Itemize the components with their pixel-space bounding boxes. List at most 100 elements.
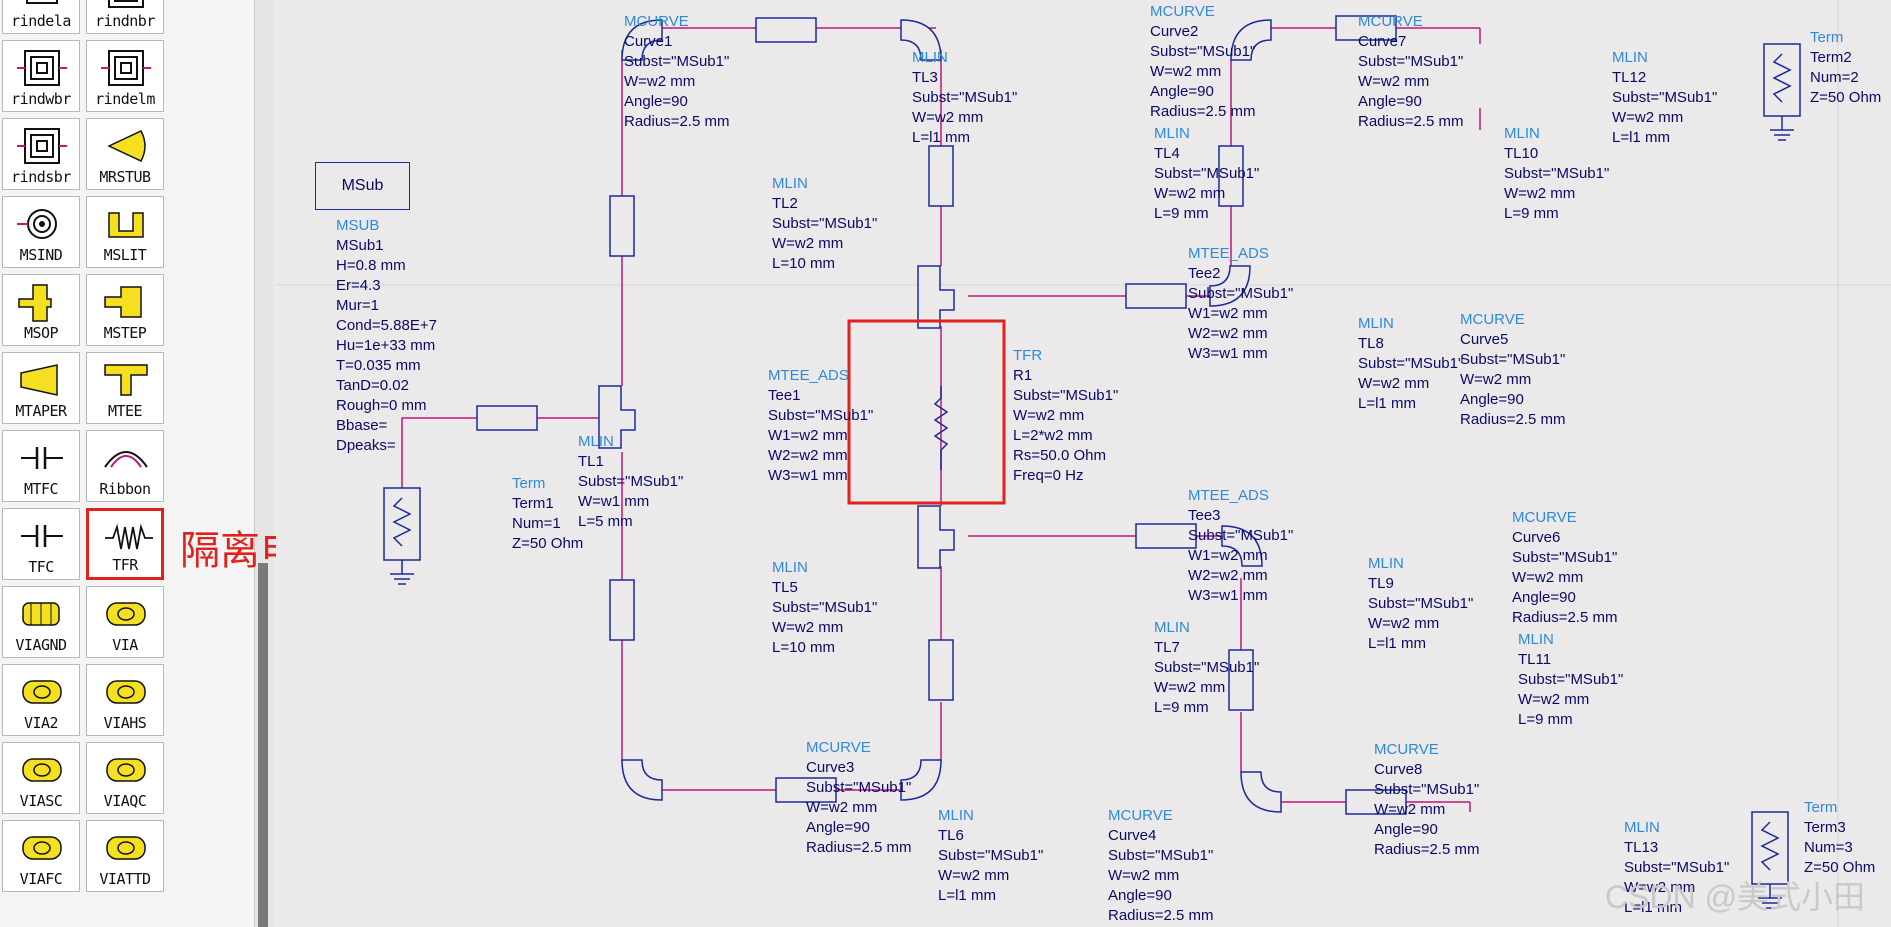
component-param: W=w2 mm <box>1460 371 1532 388</box>
component-param: W3=w1 mm <box>768 467 848 484</box>
component-param: L=l1 mm <box>1358 395 1416 412</box>
component-param: W=w2 mm <box>624 73 696 90</box>
ground-icon[interactable] <box>390 560 414 585</box>
palette-item-via2[interactable]: VIA2 <box>2 664 80 736</box>
palette-item-mrstub[interactable]: MRSTUB <box>86 118 164 190</box>
component-param: Subst="MSub1" <box>1518 671 1624 688</box>
tl8-symbol[interactable] <box>1125 283 1187 309</box>
palette-item-mstep[interactable]: MSTEP <box>86 274 164 346</box>
component-param: W=w2 mm <box>1504 185 1576 202</box>
palette-item-label: VIAQC <box>103 792 147 810</box>
palette-item-viafc[interactable]: VIAFC <box>2 820 80 892</box>
palette-item-mtee[interactable]: MTEE <box>86 352 164 424</box>
palette-item-mslit[interactable]: MSLIT <box>86 196 164 268</box>
palette-item-label: VIA2 <box>23 714 59 732</box>
palette-item-rindelm[interactable]: rindelm <box>86 40 164 112</box>
component-param: TL11 <box>1518 651 1552 668</box>
curve1-label: MCURVE Curve1 Subst="MSub1" W=w2 mm Angle=90… <box>624 12 729 132</box>
tl9-symbol[interactable] <box>1135 523 1197 549</box>
palette-item-viahs[interactable]: VIAHS <box>86 664 164 736</box>
component-param: W1=w2 mm <box>768 427 848 444</box>
tee3-symbol[interactable] <box>917 505 955 569</box>
component-param: W=w2 mm <box>1150 63 1222 80</box>
component-type: MCURVE <box>1108 807 1173 824</box>
schematic-canvas[interactable]: MSub MSUB MSub1 H=0.8 mm Er=4.3 Mur=1 Cond=5.… <box>276 0 1891 927</box>
component-param: W=w2 mm <box>1518 691 1590 708</box>
tl4-symbol[interactable] <box>928 145 954 207</box>
component-param: R1 <box>1013 367 1033 384</box>
palette-item-viagnd[interactable]: VIAGND <box>2 586 80 658</box>
component-param: TL5 <box>772 579 798 596</box>
component-param: Radius=2.5 mm <box>806 839 912 856</box>
curve8-symbol[interactable] <box>1240 771 1282 813</box>
tl5-symbol[interactable] <box>609 579 635 641</box>
palette-item-label: TFC <box>28 558 54 576</box>
component-param: W1=w2 mm <box>1188 547 1268 564</box>
component-type: Term <box>1804 799 1838 816</box>
palette-item-viaqc[interactable]: VIAQC <box>86 742 164 814</box>
palette-item-rindsbr[interactable]: rindsbr <box>2 118 80 190</box>
tl7-label: MLIN TL7 Subst="MSub1" W=w2 mm L=9 mm <box>1154 618 1259 718</box>
palette-scrollbar-thumb[interactable] <box>258 563 268 927</box>
component-param: Angle=90 <box>806 819 870 836</box>
component-param: L=l1 mm <box>1612 129 1670 146</box>
component-param: Radius=2.5 mm <box>1358 113 1464 130</box>
tee2-symbol[interactable] <box>917 265 955 329</box>
component-param: Subst="MSub1" <box>1108 847 1214 864</box>
component-type: TFR <box>1013 347 1043 364</box>
ground-icon[interactable] <box>1770 116 1794 141</box>
component-param: W=w2 mm <box>1358 73 1430 90</box>
component-param: Radius=2.5 mm <box>1150 103 1256 120</box>
component-param: L=l1 mm <box>1368 635 1426 652</box>
curve3-symbol[interactable] <box>621 759 663 801</box>
component-param: Curve4 <box>1108 827 1157 844</box>
component-type: MLIN <box>772 559 808 576</box>
palette-item-tfr[interactable]: TFR <box>86 508 164 580</box>
component-param: Er=4.3 <box>336 277 381 294</box>
component-param: L=10 mm <box>772 255 835 272</box>
component-type: MLIN <box>1612 49 1648 66</box>
component-param: Angle=90 <box>1358 93 1422 110</box>
component-param: Subst="MSub1" <box>1154 165 1260 182</box>
palette-item-label: Ribbon <box>99 480 151 498</box>
tl9-label: MLIN TL9 Subst="MSub1" W=w2 mm L=l1 mm <box>1368 554 1473 654</box>
component-palette: rindela rindnbr rindwbr rindelm rindsbr MRSTU… <box>0 0 255 927</box>
tl7-symbol[interactable] <box>928 639 954 701</box>
component-param: TL9 <box>1368 575 1394 592</box>
palette-item-msind[interactable]: MSIND <box>2 196 80 268</box>
palette-item-ribbon[interactable]: Ribbon <box>86 430 164 502</box>
component-param: TL2 <box>772 195 798 212</box>
palette-item-rindela[interactable]: rindela <box>2 0 80 34</box>
component-type: MLIN <box>1358 315 1394 332</box>
palette-item-mtfc[interactable]: MTFC <box>2 430 80 502</box>
msub-symbol[interactable]: MSub <box>315 162 410 210</box>
component-param: Subst="MSub1" <box>1512 549 1618 566</box>
palette-item-rindwbr[interactable]: rindwbr <box>2 40 80 112</box>
curve7-label: MCURVE Curve7 Subst="MSub1" W=w2 mm Angle=90… <box>1358 12 1463 132</box>
component-param: Subst="MSub1" <box>578 473 684 490</box>
palette-item-mtaper[interactable]: MTAPER <box>2 352 80 424</box>
component-param: Radius=2.5 mm <box>1460 411 1566 428</box>
palette-item-rindnbr[interactable]: rindnbr <box>86 0 164 34</box>
tl3-symbol[interactable] <box>755 17 817 43</box>
palette-item-label: MTAPER <box>15 402 67 420</box>
component-param: L=l1 mm <box>938 887 996 904</box>
component-param: Subst="MSub1" <box>938 847 1044 864</box>
component-param: Subst="MSub1" <box>1188 527 1294 544</box>
palette-item-viasc[interactable]: VIASC <box>2 742 80 814</box>
component-param: Subst="MSub1" <box>1154 659 1260 676</box>
component-type: MCURVE <box>1374 741 1439 758</box>
component-type: MCURVE <box>1512 509 1577 526</box>
palette-item-viattd[interactable]: VIATTD <box>86 820 164 892</box>
tl1-symbol[interactable] <box>476 405 538 431</box>
palette-item-tfc[interactable]: TFC <box>2 508 80 580</box>
curve3-label: MCURVE Curve3 Subst="MSub1" W=w2 mm Angle=90… <box>806 738 911 858</box>
component-param: W=w2 mm <box>1512 569 1584 586</box>
palette-item-via[interactable]: VIA <box>86 586 164 658</box>
component-type: MLIN <box>772 175 808 192</box>
component-param: W=w2 mm <box>806 799 878 816</box>
tl2-symbol[interactable] <box>609 195 635 257</box>
component-param: Subst="MSub1" <box>1150 43 1256 60</box>
tl1-label: MLIN TL1 Subst="MSub1" W=w1 mm L=5 mm <box>578 432 683 532</box>
palette-item-msop[interactable]: MSOP <box>2 274 80 346</box>
